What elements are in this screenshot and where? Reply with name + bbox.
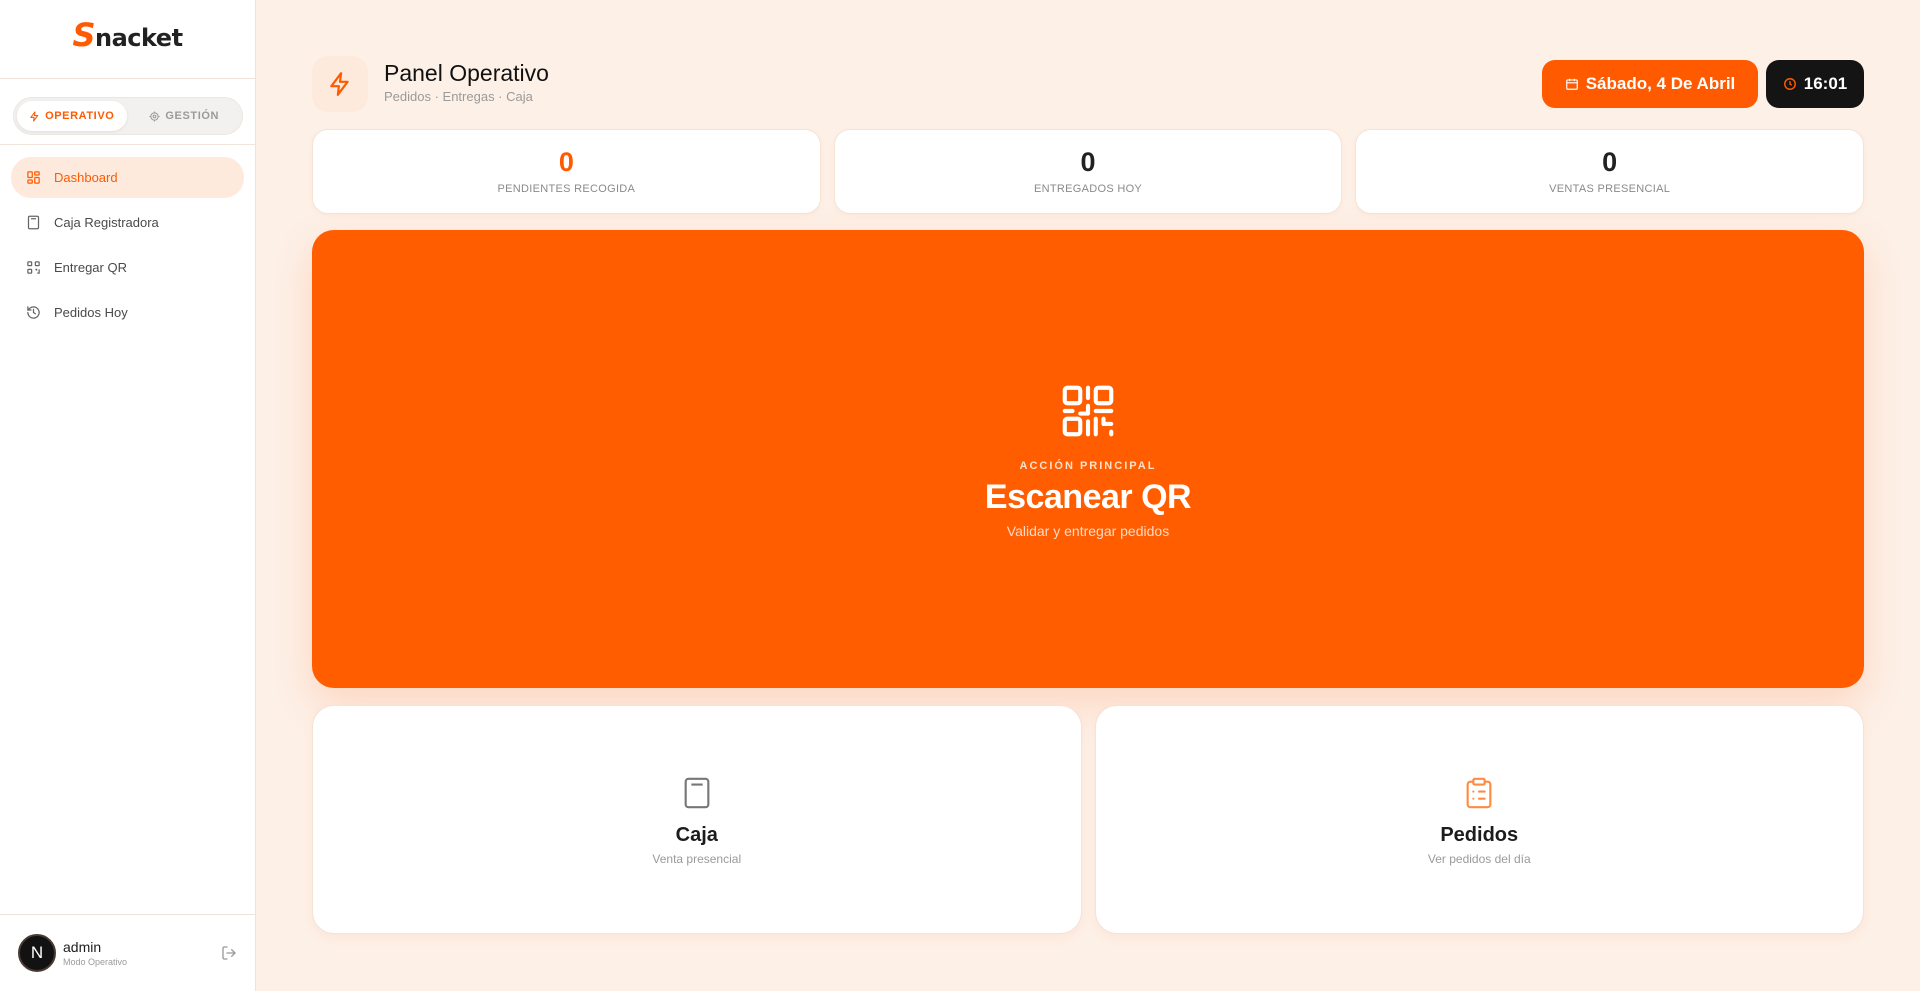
caja-card[interactable]: Caja Venta presencial xyxy=(312,705,1082,934)
stat-value: 0 xyxy=(1602,146,1618,177)
history-icon xyxy=(27,306,40,319)
page-title: Panel Operativo xyxy=(384,60,549,86)
lightning-icon xyxy=(30,110,39,122)
stat-card-ventas: 0 VENTAS PRESENCIAL xyxy=(1355,129,1865,214)
stat-value: 0 xyxy=(558,146,574,177)
qr-code-icon xyxy=(1062,385,1114,436)
clock-icon xyxy=(1783,78,1796,90)
card-subtitle: Ver pedidos del día xyxy=(1427,851,1531,866)
scan-qr-button[interactable]: ACCIÓN PRINCIPAL Escanear QR Validar y e… xyxy=(312,230,1864,688)
mode-operativo-button[interactable]: OPERATIVO xyxy=(17,101,127,131)
stat-value: 0 xyxy=(1080,146,1096,177)
user-name: admin xyxy=(63,939,102,955)
sidebar-item-label: Pedidos Hoy xyxy=(54,305,128,320)
sidebar: Snacket OPERATIVO GESTIÓN Dashboard Caja… xyxy=(0,0,256,991)
time-text: 16:01 xyxy=(1803,74,1848,93)
hero-subtitle: Validar y entregar pedidos xyxy=(1006,522,1170,539)
calculator-icon xyxy=(27,215,40,230)
logo-initial: S xyxy=(72,16,95,54)
avatar-initial: N xyxy=(30,943,44,962)
stats-row: 0 PENDIENTES RECOGIDA 0 ENTREGADOS HOY 0… xyxy=(312,129,1865,214)
page-header: Panel Operativo Pedidos · Entregas · Caj… xyxy=(312,56,1864,112)
qr-icon xyxy=(27,261,40,274)
pedidos-card[interactable]: Pedidos Ver pedidos del día xyxy=(1094,705,1864,934)
action-cards: Caja Venta presencial Pedidos Ver pedido… xyxy=(312,705,1864,934)
mode-gestion-button[interactable]: GESTIÓN xyxy=(130,101,240,131)
time-badge: 16:01 xyxy=(1766,60,1864,108)
calculator-icon xyxy=(684,777,710,808)
logo-area: Snacket xyxy=(0,0,255,79)
mode-operativo-label: OPERATIVO xyxy=(45,110,115,122)
main-content: Panel Operativo Pedidos · Entregas · Caj… xyxy=(312,0,1865,991)
sidebar-nav: Dashboard Caja Registradora Entregar QR … xyxy=(0,145,255,349)
logo-text: nacket xyxy=(94,24,183,52)
card-subtitle: Venta presencial xyxy=(652,851,742,866)
date-text: Sábado, 4 De Abril xyxy=(1585,74,1736,93)
sidebar-item-label: Caja Registradora xyxy=(54,215,159,230)
sidebar-item-dashboard[interactable]: Dashboard xyxy=(11,157,244,198)
page-subtitle: Pedidos · Entregas · Caja xyxy=(384,89,533,104)
sidebar-item-label: Entregar QR xyxy=(54,260,127,275)
clipboard-icon xyxy=(1466,777,1492,808)
stat-card-pendientes: 0 PENDIENTES RECOGIDA xyxy=(312,129,821,214)
stat-card-entregados: 0 ENTREGADOS HOY xyxy=(833,129,1343,214)
mode-gestion-label: GESTIÓN xyxy=(165,110,220,122)
hero-title: Escanear QR xyxy=(984,477,1192,516)
calendar-icon xyxy=(1565,78,1578,90)
card-title: Caja xyxy=(675,823,718,846)
stat-label: PENDIENTES RECOGIDA xyxy=(497,182,636,195)
stat-label: ENTREGADOS HOY xyxy=(1033,182,1143,195)
card-title: Pedidos xyxy=(1440,823,1519,846)
gear-icon xyxy=(149,110,160,122)
sidebar-item-pedidos-hoy[interactable]: Pedidos Hoy xyxy=(11,292,244,333)
mode-switch: OPERATIVO GESTIÓN xyxy=(13,97,243,135)
user-panel: N admin Modo Operativo xyxy=(0,914,255,991)
lightning-icon xyxy=(312,56,368,112)
sidebar-item-caja-registradora[interactable]: Caja Registradora xyxy=(11,202,244,243)
user-role: Modo Operativo xyxy=(63,957,128,967)
hero-kicker: ACCIÓN PRINCIPAL xyxy=(1019,459,1157,472)
stat-label: VENTAS PRESENCIAL xyxy=(1549,182,1671,195)
avatar[interactable]: N xyxy=(18,934,56,972)
brand-logo[interactable]: Snacket xyxy=(72,16,183,54)
date-badge: Sábado, 4 De Abril xyxy=(1542,60,1758,108)
sidebar-item-label: Dashboard xyxy=(54,170,118,185)
sidebar-item-entregar-qr[interactable]: Entregar QR xyxy=(11,247,244,288)
grid-icon xyxy=(27,171,40,184)
logout-icon[interactable] xyxy=(221,945,237,961)
